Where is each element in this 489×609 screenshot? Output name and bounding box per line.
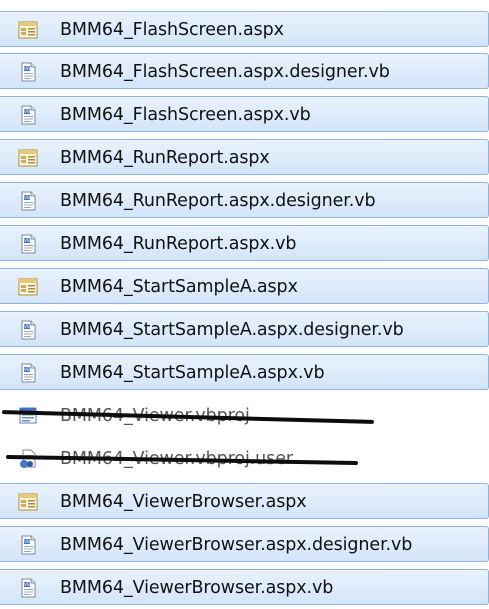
- file-row[interactable]: BMM64_ViewerBrowser.aspx: [0, 483, 489, 519]
- svg-text:VB: VB: [24, 238, 30, 244]
- file-list: BMM64_FlashScreen.aspx VB BMM64_FlashScr…: [0, 0, 489, 609]
- file-row[interactable]: VB BMM64_StartSampleA.aspx.designer.vb: [0, 311, 489, 347]
- file-row[interactable]: VB BMM64_RunReport.aspx.vb: [0, 225, 489, 261]
- file-name: BMM64_RunReport.aspx.vb: [60, 234, 297, 254]
- vb-file-icon: VB: [18, 578, 38, 598]
- file-name: BMM64_ViewerBrowser.aspx.vb: [60, 578, 334, 598]
- vb-file-icon: VB: [18, 105, 38, 125]
- file-row[interactable]: BMM64_Viewer.vbproj.user: [0, 440, 489, 476]
- file-row[interactable]: VB BMM64_StartSampleA.aspx.vb: [0, 354, 489, 390]
- file-row[interactable]: VB BMM64_ViewerBrowser.aspx.vb: [0, 569, 489, 605]
- file-name: BMM64_StartSampleA.aspx.vb: [60, 363, 325, 383]
- aspx-page-icon: [18, 277, 38, 297]
- aspx-page-icon: [18, 148, 38, 168]
- svg-text:VB: VB: [24, 324, 30, 330]
- vb-file-icon: VB: [18, 62, 38, 82]
- file-row[interactable]: VB BMM64_FlashScreen.aspx.vb: [0, 96, 489, 132]
- file-name: BMM64_StartSampleA.aspx.designer.vb: [60, 320, 404, 340]
- file-row[interactable]: VB BMM64_RunReport.aspx.designer.vb: [0, 182, 489, 218]
- svg-text:VB: VB: [24, 109, 30, 115]
- file-name: BMM64_FlashScreen.aspx: [60, 20, 284, 40]
- file-name: BMM64_Viewer.vbproj.user: [60, 449, 293, 469]
- file-row[interactable]: BMM64_FlashScreen.aspx: [0, 11, 489, 47]
- file-name: BMM64_RunReport.aspx.designer.vb: [60, 191, 376, 211]
- vb-file-icon: VB: [18, 191, 38, 211]
- vb-file-icon: VB: [18, 234, 38, 254]
- file-name: BMM64_FlashScreen.aspx.designer.vb: [60, 62, 390, 82]
- file-name: BMM64_RunReport.aspx: [60, 148, 270, 168]
- svg-text:VB: VB: [24, 66, 30, 72]
- vbproj-file-icon: [18, 406, 38, 426]
- vb-file-icon: VB: [18, 320, 38, 340]
- aspx-page-icon: [18, 492, 38, 512]
- vb-file-icon: VB: [18, 363, 38, 383]
- file-name: BMM64_ViewerBrowser.aspx: [60, 492, 307, 512]
- file-name: BMM64_Viewer.vbproj: [60, 406, 250, 426]
- file-name: BMM64_ViewerBrowser.aspx.designer.vb: [60, 535, 413, 555]
- svg-text:VB: VB: [24, 367, 30, 373]
- file-row[interactable]: BMM64_Viewer.vbproj: [0, 397, 489, 433]
- file-row[interactable]: VB BMM64_ViewerBrowser.aspx.designer.vb: [0, 526, 489, 562]
- vb-file-icon: VB: [18, 535, 38, 555]
- aspx-page-icon: [18, 20, 38, 40]
- svg-text:VB: VB: [24, 539, 30, 545]
- file-name: BMM64_StartSampleA.aspx: [60, 277, 298, 297]
- svg-text:VB: VB: [24, 582, 30, 588]
- file-row[interactable]: VB BMM64_FlashScreen.aspx.designer.vb: [0, 53, 489, 89]
- file-name: BMM64_FlashScreen.aspx.vb: [60, 105, 311, 125]
- svg-text:VB: VB: [24, 195, 30, 201]
- file-row[interactable]: BMM64_StartSampleA.aspx: [0, 268, 489, 304]
- file-row[interactable]: BMM64_RunReport.aspx: [0, 139, 489, 175]
- vbproj-user-file-icon: [18, 449, 38, 469]
